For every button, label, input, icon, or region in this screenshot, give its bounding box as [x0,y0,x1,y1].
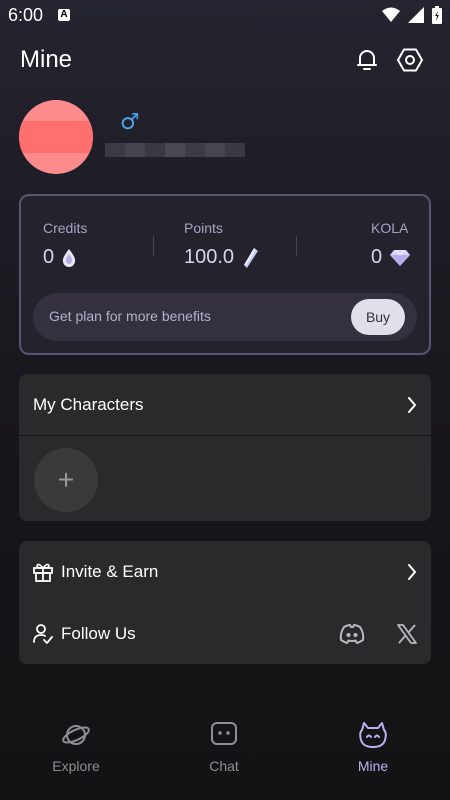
points-stat[interactable]: Points 100.0 [184,220,259,269]
points-label: Points [184,220,223,236]
status-bar: 6:00 A [0,0,450,32]
wifi-icon [382,7,400,22]
follow-us-label: Follow Us [61,624,136,643]
keyboard-indicator-icon: A [58,9,70,21]
chat-bubble-icon [211,722,237,745]
social-card: Invite & Earn Follow Us [19,541,431,664]
drop-icon [63,248,76,267]
nav-explore[interactable]: Explore [16,720,136,774]
nav-chat[interactable]: Chat [164,720,284,774]
gift-icon [33,563,53,582]
buy-button[interactable]: Buy [351,299,405,335]
discord-icon[interactable] [339,624,365,644]
plan-banner[interactable]: Get plan for more benefits Buy [33,293,417,341]
plan-text: Get plan for more benefits [49,308,211,324]
points-value: 100.0 [184,246,235,268]
bottom-nav: Explore Chat Mine [0,720,450,800]
nav-mine-label: Mine [357,758,389,774]
follow-us-row: Follow Us [19,603,431,665]
battery-icon [432,6,442,24]
nav-chat-label: Chat [209,758,239,774]
credits-label: Credits [43,220,88,236]
kola-value: 0 [371,246,383,268]
user-check-icon [33,624,53,644]
kola-stat[interactable]: KOLA 0 [371,220,411,269]
gear-icon [397,48,423,72]
my-characters-card: My Characters + [19,374,431,521]
avatar[interactable] [19,100,93,174]
nav-mine[interactable]: Mine [313,720,433,774]
settings-button[interactable] [395,45,425,75]
x-twitter-icon[interactable] [397,624,417,644]
invite-earn-row[interactable]: Invite & Earn [19,541,431,603]
page-title: Mine [20,46,73,73]
kola-label: KOLA [371,220,409,236]
status-icons [382,6,442,24]
wallet-card: Credits 0 Points 100.0 KOLA 0 Get plan f… [19,194,431,355]
my-characters-row[interactable]: My Characters [19,374,431,436]
notification-bell-button[interactable] [352,45,382,75]
male-gender-icon: ♂ [120,110,140,135]
planet-icon [62,725,90,745]
stat-divider [296,236,297,256]
chevron-right-icon [408,396,416,413]
add-character-button[interactable]: + [34,448,98,512]
my-characters-title: My Characters [33,394,144,414]
stat-divider [153,236,154,256]
bell-icon [357,50,377,70]
chevron-right-icon [408,564,416,580]
bot-face-icon [359,722,387,748]
nav-explore-label: Explore [52,758,100,774]
diamond-icon [390,249,411,266]
signal-icon [408,7,424,23]
invite-earn-label: Invite & Earn [61,562,159,581]
crystal-icon [244,247,259,268]
credits-stat[interactable]: Credits 0 [43,220,87,269]
status-time: 6:00 [8,5,44,25]
username-redacted [105,143,245,157]
credits-value: 0 [43,246,55,268]
